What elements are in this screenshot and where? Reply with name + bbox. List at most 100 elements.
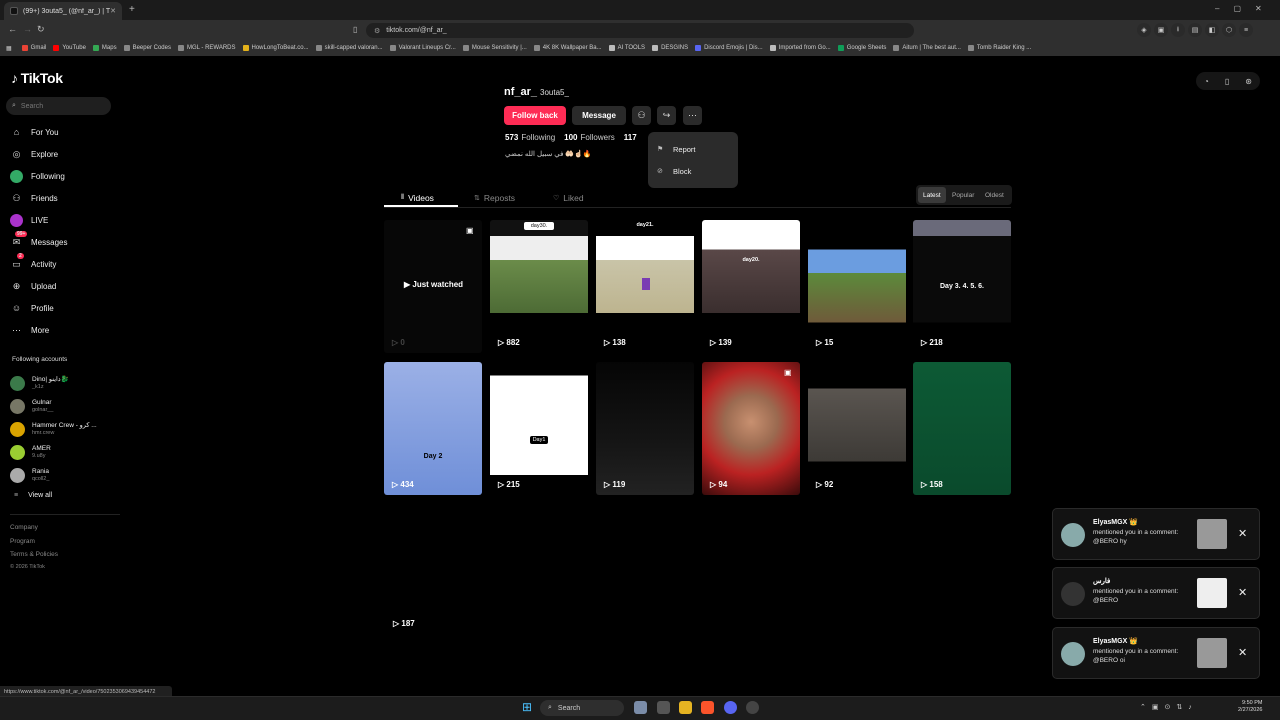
nav-following[interactable]: Following (10, 168, 120, 184)
taskbar-app-icon[interactable] (634, 701, 647, 714)
menu-icon[interactable]: ≡ (1239, 23, 1253, 37)
close-tab-icon[interactable]: ✕ (110, 7, 116, 15)
task-view-icon[interactable] (657, 701, 670, 714)
bookmark-folder[interactable]: Imported from Go... (769, 45, 831, 51)
downloads-icon[interactable]: ⭳ (1171, 23, 1185, 37)
footer-program[interactable]: Program (10, 538, 35, 545)
account-item[interactable]: Dino| داينو🐉 _k1z (10, 373, 125, 393)
nav-messages[interactable]: ✉ 99+ Messages (10, 230, 120, 250)
tab-liked[interactable]: ♡ Liked (553, 190, 584, 205)
windows-start-icon[interactable]: ⊞ (522, 700, 532, 714)
mention-notification[interactable]: ElyasMGX 👑 mentioned you in a comment: @… (1052, 508, 1260, 560)
video-card[interactable]: ▷ 15 (808, 220, 906, 353)
bookmark-item[interactable]: YouTube (53, 45, 86, 51)
brave-browser-icon[interactable] (701, 701, 714, 714)
close-icon[interactable]: ✕ (1238, 646, 1247, 659)
follow-back-button[interactable]: Follow back (504, 106, 566, 125)
video-card[interactable]: ▣ ▷ 94 (702, 362, 800, 495)
sort-popular[interactable]: Popular (947, 187, 979, 203)
account-item[interactable]: Rania qcoll2_ (10, 465, 125, 485)
bookmark-folder[interactable]: AI TOOLS (608, 45, 645, 51)
coins-icon[interactable]: ◔ (1204, 77, 1209, 86)
bookmark-item[interactable]: Valorant Lineups Cr... (389, 45, 456, 51)
bookmark-item[interactable]: Beeper Codes (123, 45, 171, 51)
video-card[interactable]: Day1 ▷ 215 (490, 362, 588, 495)
apps-icon[interactable]: ▦ (6, 45, 12, 52)
add-friend-icon[interactable]: ⚇ (632, 106, 651, 125)
mention-notification[interactable]: ElyasMGX 👑 mentioned you in a comment: @… (1052, 627, 1260, 679)
bookmark-item[interactable]: Google Sheets (837, 45, 886, 51)
share-icon[interactable]: ↪ (657, 106, 676, 125)
taskbar-app-icon[interactable] (746, 701, 759, 714)
extension-icon[interactable]: ▤ (1188, 23, 1202, 37)
pip-icon[interactable]: ▣ (784, 368, 792, 377)
video-card[interactable]: day21. ▷ 138 (596, 220, 694, 353)
taskbar-search[interactable]: ⌕ Search (540, 700, 624, 716)
browser-tab[interactable]: (99+) 3outa5_ (@nf_ar_) | TikTok ✕ (4, 2, 122, 20)
account-item[interactable]: Gulnar golnar__ (10, 396, 125, 416)
discord-icon[interactable] (724, 701, 737, 714)
video-card[interactable]: day30. ▷ 882 (490, 220, 588, 353)
taskbar-clock[interactable]: 9:50 PM 2/27/2026 (1238, 700, 1262, 714)
bookmark-item[interactable]: Gmail (21, 45, 46, 51)
bookmark-item[interactable]: Discord Emojis | Dis... (695, 45, 763, 51)
forward-icon[interactable]: → (23, 24, 32, 34)
search-input[interactable]: ⌕ Search (6, 97, 111, 115)
tab-videos[interactable]: ⦀ Videos (401, 190, 434, 205)
block-menu-item[interactable]: ⊘ Block (648, 160, 738, 182)
mention-notification[interactable]: فارس mentioned you in a comment: @BERO ✕ (1052, 567, 1260, 619)
sort-latest[interactable]: Latest (918, 187, 946, 203)
extension-icon[interactable]: ▣ (1154, 23, 1168, 37)
video-card[interactable]: Day 2 ▷ 434 (384, 362, 482, 495)
bookmark-item[interactable]: Maps (92, 45, 117, 51)
view-all-link[interactable]: ≡ View all (14, 492, 52, 499)
nav-activity[interactable]: ▭ 2 Activity (10, 252, 120, 272)
account-item[interactable]: Hammer Crew - كرو ... hmr.crew (10, 419, 125, 439)
bookmark-item[interactable]: Tomb Raider King ... (967, 45, 1031, 51)
file-explorer-icon[interactable] (679, 701, 692, 714)
video-card[interactable]: ▷ 158 (913, 362, 1011, 495)
close-icon[interactable]: ✕ (1238, 527, 1247, 540)
reload-icon[interactable]: ↻ (37, 24, 45, 35)
new-tab-button[interactable]: + (129, 4, 135, 15)
nav-friends[interactable]: ⚇ Friends (10, 190, 120, 206)
report-menu-item[interactable]: ⚑ Report (648, 138, 738, 160)
video-card[interactable]: ▶ Just watched ▣ ▷ 0 (384, 220, 482, 353)
followers-label[interactable]: Followers (581, 133, 615, 142)
footer-company[interactable]: Company (10, 524, 38, 531)
bookmark-star-icon[interactable]: ▯ (353, 25, 357, 34)
account-icon[interactable]: ⊛ (1245, 77, 1252, 86)
more-options-icon[interactable]: ⋯ (683, 106, 702, 125)
close-icon[interactable]: ✕ (1238, 586, 1247, 599)
sort-oldest[interactable]: Oldest (980, 187, 1009, 203)
bookmark-item[interactable]: HowLongToBeat.co... (242, 45, 309, 51)
bookmark-item[interactable]: Mouse Sensitivity |... (462, 45, 527, 51)
extension-icon[interactable]: ◈ (1137, 23, 1151, 37)
window-controls[interactable]: –▢✕ (1215, 4, 1276, 13)
video-card[interactable]: day20. ▷ 139 (702, 220, 800, 353)
message-button[interactable]: Message (572, 106, 626, 125)
bookmark-item[interactable]: 4K 8K Wallpaper Ba... (533, 45, 602, 51)
device-icon[interactable]: ▯ (1225, 77, 1229, 86)
bookmark-item[interactable]: MGL - REWARDS (177, 45, 236, 51)
nav-profile[interactable]: ☺ Profile (10, 300, 120, 316)
tab-reposts[interactable]: ⇅ Reposts (474, 190, 515, 205)
nav-more[interactable]: ⋯ More (10, 322, 120, 338)
account-item[interactable]: AMER 9.u8y (10, 442, 125, 462)
footer-terms[interactable]: Terms & Policies (10, 551, 58, 558)
nav-live[interactable]: LIVE (10, 212, 120, 228)
video-card[interactable]: Day 3. 4. 5. 6. ▷ 218 (913, 220, 1011, 353)
bookmark-folder[interactable]: DESGINS (652, 45, 688, 51)
bookmark-item[interactable]: Aitum | The best aut... (893, 45, 961, 51)
nav-for-you[interactable]: ⌂ For You (10, 124, 120, 140)
following-label[interactable]: Following (521, 133, 555, 142)
address-bar[interactable]: ⚙ tiktok.com/@nf_ar_ (366, 23, 914, 38)
sidebar-icon[interactable]: ◧ (1205, 23, 1219, 37)
system-tray-icons[interactable]: ⌃▣⊙⇅♪ (1140, 703, 1198, 711)
video-card[interactable]: ▷ 92 (808, 362, 906, 495)
tiktok-logo[interactable]: ♪ TikTok (11, 70, 63, 86)
nav-explore[interactable]: ◎ Explore (10, 146, 120, 162)
bookmark-item[interactable]: skill-capped valoran... (315, 45, 383, 51)
pip-icon[interactable]: ▣ (466, 226, 474, 235)
extension-icon[interactable]: ⬡ (1222, 23, 1236, 37)
